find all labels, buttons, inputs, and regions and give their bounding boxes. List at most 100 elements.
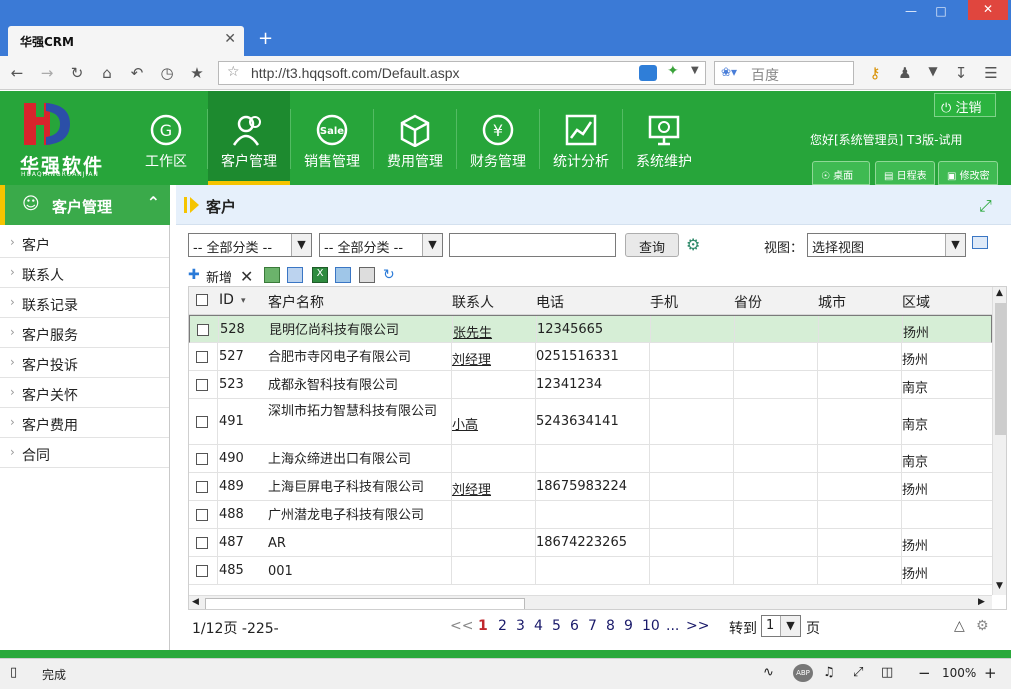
row-checkbox[interactable] (196, 537, 208, 549)
table-row[interactable]: 490 上海众缔进出口有限公司 南京 (189, 445, 992, 473)
scroll-right-icon[interactable]: ▶ (978, 597, 985, 607)
pager-next[interactable]: >> (686, 618, 709, 634)
row-checkbox[interactable] (196, 509, 208, 521)
tab-close-icon[interactable]: ✕ (224, 31, 236, 47)
pager-prev[interactable]: << (450, 618, 473, 634)
maximize-icon[interactable]: □ (930, 4, 952, 20)
search-engine-icon[interactable]: ❀▾ (721, 65, 737, 79)
nav-tab-1[interactable]: G 工作区 (125, 91, 207, 185)
forward-icon[interactable]: → (36, 64, 58, 82)
advanced-search-icon[interactable]: ⚙ (686, 235, 700, 254)
pager-page-link[interactable]: 5 (552, 618, 561, 634)
delete-icon[interactable]: ✕ (240, 267, 256, 286)
select-all-checkbox[interactable] (196, 294, 208, 306)
category-filter-1[interactable]: -- 全部分类 -- ▼ (188, 233, 312, 257)
zoom-in-icon[interactable]: + (984, 664, 997, 682)
import-icon[interactable] (264, 267, 280, 283)
table-row[interactable]: 485 001 扬州 (189, 557, 992, 585)
horizontal-scroll-thumb[interactable] (205, 598, 525, 609)
row-checkbox[interactable] (196, 351, 208, 363)
cell-contact[interactable]: 刘经理 (452, 349, 491, 368)
chevron-down-icon[interactable]: ▼ (945, 234, 965, 256)
column-header-name[interactable]: 客户名称 (268, 292, 324, 312)
sidebar-item[interactable]: › 合同 (0, 438, 169, 468)
new-tab-icon[interactable]: + (258, 28, 273, 49)
bookmark-star-icon[interactable]: ★ (186, 64, 208, 82)
column-header-city[interactable]: 城市 (818, 292, 846, 312)
desktop-button[interactable]: ☉ 桌面 (812, 161, 870, 185)
vertical-scroll-thumb[interactable] (995, 303, 1006, 435)
row-checkbox[interactable] (196, 379, 208, 391)
search-box[interactable]: ❀▾ 百度 (714, 61, 854, 85)
pager-page-link[interactable]: 10 (642, 618, 660, 634)
table-row[interactable]: 528 昆明亿尚科技有限公司 张先生 12345665 扬州 (189, 315, 992, 344)
column-header-region[interactable]: 区域 (902, 292, 930, 312)
chevron-down-icon[interactable]: ▼ (780, 616, 800, 636)
sidebar-item[interactable]: › 客户关怀 (0, 378, 169, 408)
adblock-icon[interactable]: ABP (793, 664, 813, 682)
sound-icon[interactable]: ♫ (823, 665, 835, 680)
query-button[interactable]: 查询 (625, 233, 679, 257)
category-filter-2[interactable]: -- 全部分类 -- ▼ (319, 233, 443, 257)
row-checkbox[interactable] (196, 416, 208, 428)
home-icon[interactable]: ⌂ (96, 64, 118, 82)
print-icon[interactable] (359, 267, 375, 283)
dropdown-icon[interactable]: ▼ (922, 64, 944, 78)
menu-icon[interactable]: ☰ (980, 64, 1002, 82)
fullscreen-icon[interactable]: ⤢ (853, 665, 863, 680)
expand-icon[interactable]: ⤢ (979, 196, 992, 216)
pager-page-link[interactable]: 6 (570, 618, 579, 634)
address-dropdown-icon[interactable]: ▼ (691, 65, 699, 76)
row-checkbox[interactable] (196, 453, 208, 465)
minimize-icon[interactable]: — (900, 4, 922, 20)
export-icon[interactable] (335, 267, 351, 283)
scroll-down-icon[interactable]: ▼ (996, 581, 1003, 591)
sidebar-item[interactable]: › 客户 (0, 228, 169, 258)
pager-page-link[interactable]: 2 (498, 618, 507, 634)
column-header-province[interactable]: 省份 (734, 292, 762, 312)
sidebar-item[interactable]: › 客户服务 (0, 318, 169, 348)
table-row[interactable]: 488 广州潜龙电子科技有限公司 (189, 501, 992, 529)
view-select[interactable]: 选择视图 ▼ (807, 233, 966, 257)
key-icon[interactable]: ⚷ (864, 64, 886, 82)
undo-icon[interactable]: ↶ (126, 64, 148, 82)
nav-tab-2[interactable]: 客户管理 (208, 91, 290, 185)
table-row[interactable]: 491 深圳市拓力智慧科技有限公司 小高 5243634141 南京 (189, 399, 992, 445)
pager-page-link[interactable]: 4 (534, 618, 543, 634)
extension-icon[interactable]: ✦ (667, 63, 679, 79)
back-icon[interactable]: ← (6, 64, 28, 82)
browser-tab[interactable]: 华强CRM ✕ (8, 26, 244, 56)
settings-gear-icon[interactable]: ⚙ (976, 618, 989, 634)
row-checkbox[interactable] (197, 324, 209, 336)
pager-page-link[interactable]: 8 (606, 618, 615, 634)
nav-tab-4[interactable]: 费用管理 (374, 91, 456, 185)
schedule-button[interactable]: ▤ 日程表 (875, 161, 935, 185)
chevron-up-icon[interactable]: ⌃ (147, 193, 160, 212)
nav-tab-7[interactable]: 系统维护 (623, 91, 705, 185)
window-close-icon[interactable]: ✕ (968, 0, 1008, 20)
search-input[interactable] (449, 233, 616, 257)
horizontal-scrollbar[interactable]: ◀ ▶ (189, 595, 992, 609)
grid-settings-icon[interactable] (972, 236, 988, 249)
column-header-phone[interactable]: 电话 (536, 292, 564, 312)
sort-icon[interactable]: ▾ (241, 296, 246, 306)
nav-tab-3[interactable]: Sale 销售管理 (291, 91, 373, 185)
new-button[interactable]: 新增 (206, 267, 232, 286)
split-view-icon[interactable]: ◫ (881, 665, 893, 680)
user-icon[interactable]: ♟ (894, 64, 916, 82)
sidebar-item[interactable]: › 联系人 (0, 258, 169, 288)
column-header-id[interactable]: ID (219, 292, 234, 308)
sidebar-item[interactable]: › 客户费用 (0, 408, 169, 438)
copy-icon[interactable] (287, 267, 303, 283)
table-row[interactable]: 527 合肥市寺冈电子有限公司 刘经理 0251516331 扬州 (189, 343, 992, 371)
column-header-mobile[interactable]: 手机 (650, 292, 678, 312)
table-row[interactable]: 523 成都永智科技有限公司 12341234 南京 (189, 371, 992, 399)
pager-page-link[interactable]: 3 (516, 618, 525, 634)
row-checkbox[interactable] (196, 481, 208, 493)
row-checkbox[interactable] (196, 565, 208, 577)
chevron-down-icon[interactable]: ▼ (422, 234, 442, 256)
goto-page-select[interactable]: 1 ▼ (761, 615, 801, 637)
nav-tab-6[interactable]: 统计分析 (540, 91, 622, 185)
nav-tab-5[interactable]: ¥ 财务管理 (457, 91, 539, 185)
logout-button[interactable]: ⏻ 注销 (934, 93, 996, 117)
